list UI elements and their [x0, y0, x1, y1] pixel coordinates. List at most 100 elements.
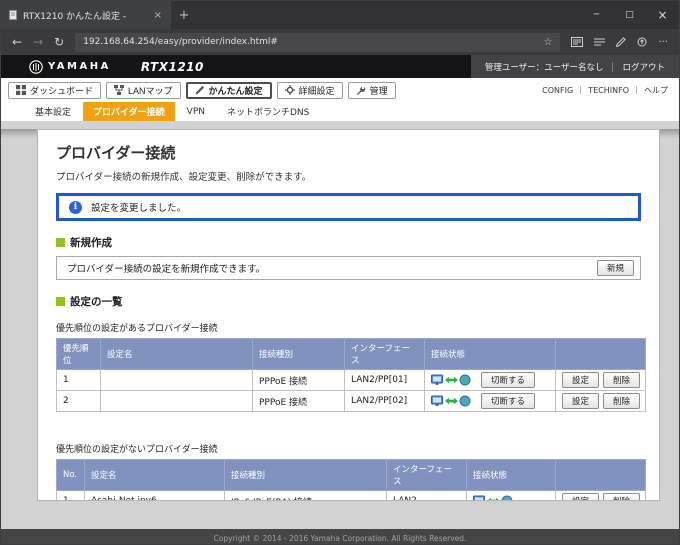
disconnect-button[interactable]: 切断する [481, 372, 536, 388]
col-interface: インターフェース [344, 338, 425, 370]
admin-divider [612, 61, 614, 72]
cell-name: Asahi-Net ipv6 [84, 490, 225, 500]
footer-bar: Copyright © 2014 - 2016 Yamaha Corporati… [1, 529, 679, 544]
cell-status [466, 490, 556, 500]
table-header-row: No. 設定名 接続種別 インターフェース 接続状態 [56, 459, 646, 491]
reading-view-icon[interactable] [571, 37, 584, 47]
lan-map-icon [114, 85, 125, 95]
green-square-icon [56, 238, 65, 247]
table-row: 1 Asahi-Net ipv6 IPv6 IPoE(RA) 接続 LAN2 設… [56, 490, 646, 500]
subnav-basic-settings[interactable]: 基本設定 [25, 102, 81, 121]
nav-easy-setup-button[interactable]: かんたん設定 [185, 81, 272, 99]
col-status: 接続状態 [424, 338, 556, 370]
provider-table-with-priority: 優先順位 設定名 接続種別 インターフェース 接続状態 1 PPPoE 接続 L… [56, 338, 646, 412]
page-title: プロバイダー接続 [56, 144, 176, 162]
connection-status-icon [431, 395, 471, 407]
delete-button[interactable]: 削除 [603, 393, 641, 409]
cell-no: 1 [56, 490, 85, 500]
admin-user-label: 管理ユーザー：ユーザー名なし [484, 62, 604, 73]
cell-actions: 設定 削除 [555, 390, 646, 412]
subnav-vpn[interactable]: VPN [177, 102, 215, 121]
col-name: 設定名 [84, 459, 225, 491]
browser-tab[interactable]: RTX1210 かんたん設定 - × [1, 1, 171, 29]
list-section-heading: 設定の一覧 [56, 294, 641, 309]
configure-button[interactable]: 設定 [562, 493, 600, 500]
info-icon: i [69, 200, 82, 214]
web-note-icon[interactable] [616, 37, 627, 47]
new-creation-box: プロバイダー接続の設定を新規作成できます。 新規 [56, 256, 641, 280]
page-description: プロバイダー接続の新規作成、設定変更、削除ができます。 [56, 172, 312, 183]
delete-button[interactable]: 削除 [603, 372, 641, 388]
window-close-button[interactable]: × [646, 1, 679, 29]
table-row: 1 PPPoE 接続 LAN2/PP[01] 切断する 設定 削除 [56, 369, 646, 391]
url-text[interactable]: 192.168.64.254/easy/provider/index.html# [83, 37, 537, 47]
notice-banner: i 設定を変更しました。 [56, 193, 641, 221]
tab-title: RTX1210 かんたん設定 - [23, 11, 127, 22]
logout-link[interactable]: ログアウト [622, 61, 665, 73]
subnav-netvolante-dns[interactable]: ネットボランチDNS [217, 102, 319, 121]
col-name: 設定名 [100, 338, 253, 370]
cell-actions: 設定 削除 [555, 490, 646, 500]
techinfo-link[interactable]: TECHINFO [588, 86, 629, 95]
main-card: プロバイダー接続 プロバイダー接続の新規作成、設定変更、削除ができます。 i 設… [37, 129, 660, 501]
cell-name [100, 369, 253, 391]
page-content: プロバイダー接続 プロバイダー接続の新規作成、設定変更、削除ができます。 i 設… [1, 129, 679, 544]
new-section-heading: 新規作成 [56, 235, 641, 250]
browser-address-bar: ← → ↻ 192.168.64.254/easy/provider/index… [1, 29, 679, 55]
copyright-text: Copyright © 2014 - 2016 Yamaha Corporati… [213, 533, 467, 543]
cell-actions: 設定 削除 [555, 369, 646, 391]
configure-button[interactable]: 設定 [562, 372, 600, 388]
nav-admin-button[interactable]: 管理 [347, 81, 396, 99]
col-actions [555, 338, 646, 370]
wrench-icon [356, 86, 365, 95]
nav-advanced-settings-button[interactable]: 詳細設定 [276, 81, 343, 99]
new-creation-text: プロバイダー接続の設定を新規作成できます。 [67, 264, 266, 275]
cell-priority: 2 [56, 390, 101, 412]
yamaha-brand: YAMAHA [29, 59, 111, 74]
sub-nav: 基本設定 プロバイダー接続 VPN ネットボランチDNS [1, 102, 679, 121]
cell-priority: 1 [56, 369, 101, 391]
dashboard-icon [16, 85, 26, 95]
share-icon[interactable] [637, 37, 647, 47]
configure-button[interactable]: 設定 [562, 393, 600, 409]
subnav-provider-connection[interactable]: プロバイダー接続 [83, 102, 175, 121]
col-actions [555, 459, 646, 491]
new-button[interactable]: 新規 [596, 260, 634, 276]
col-interface: インターフェース [386, 459, 467, 491]
cell-interface: LAN2 [386, 490, 467, 500]
brand-wordmark: YAMAHA [48, 61, 111, 72]
nav-link-divider [636, 86, 637, 94]
col-type: 接続種別 [224, 459, 387, 491]
tab-close-icon[interactable]: × [152, 10, 164, 21]
delete-button[interactable]: 削除 [603, 493, 641, 500]
hub-icon[interactable] [594, 37, 606, 47]
window-maximize-button[interactable]: □ [613, 1, 646, 29]
notice-text: 設定を変更しました。 [91, 203, 187, 214]
nav-dashboard-button[interactable]: ダッシュボード [8, 81, 102, 99]
back-icon[interactable]: ← [12, 36, 22, 48]
forward-icon[interactable]: → [33, 36, 43, 48]
cell-interface: LAN2/PP[02] [344, 390, 425, 412]
url-field[interactable]: 192.168.64.254/easy/provider/index.html#… [75, 32, 561, 52]
cell-type: PPPoE 接続 [252, 369, 345, 391]
cell-status: 切断する [424, 369, 556, 391]
cell-type: PPPoE 接続 [252, 390, 345, 412]
col-priority: 優先順位 [56, 338, 101, 370]
table-with-priority-caption: 優先順位の設定があるプロバイダー接続 [56, 324, 218, 334]
new-tab-button[interactable]: + [171, 1, 197, 29]
favorite-star-icon[interactable]: ☆ [543, 37, 552, 48]
nav-links: CONFIG TECHINFO ヘルプ [542, 85, 672, 96]
help-link[interactable]: ヘルプ [644, 85, 668, 96]
more-icon[interactable]: ··· [658, 37, 668, 48]
easy-setup-icon [195, 85, 204, 95]
col-status: 接続状態 [466, 459, 556, 491]
disconnect-button[interactable]: 切断する [481, 393, 536, 409]
page-favicon-icon [9, 10, 17, 20]
gear-icon [284, 85, 295, 95]
refresh-icon[interactable]: ↻ [54, 36, 64, 48]
admin-user-box: 管理ユーザー：ユーザー名なし ログアウト [470, 55, 679, 78]
nav-lanmap-button[interactable]: LANマップ [106, 81, 181, 99]
window-minimize-button[interactable]: ─ [580, 1, 613, 29]
config-link[interactable]: CONFIG [542, 86, 573, 95]
table-row: 2 PPPoE 接続 LAN2/PP[02] 切断する 設定 削除 [56, 390, 646, 412]
